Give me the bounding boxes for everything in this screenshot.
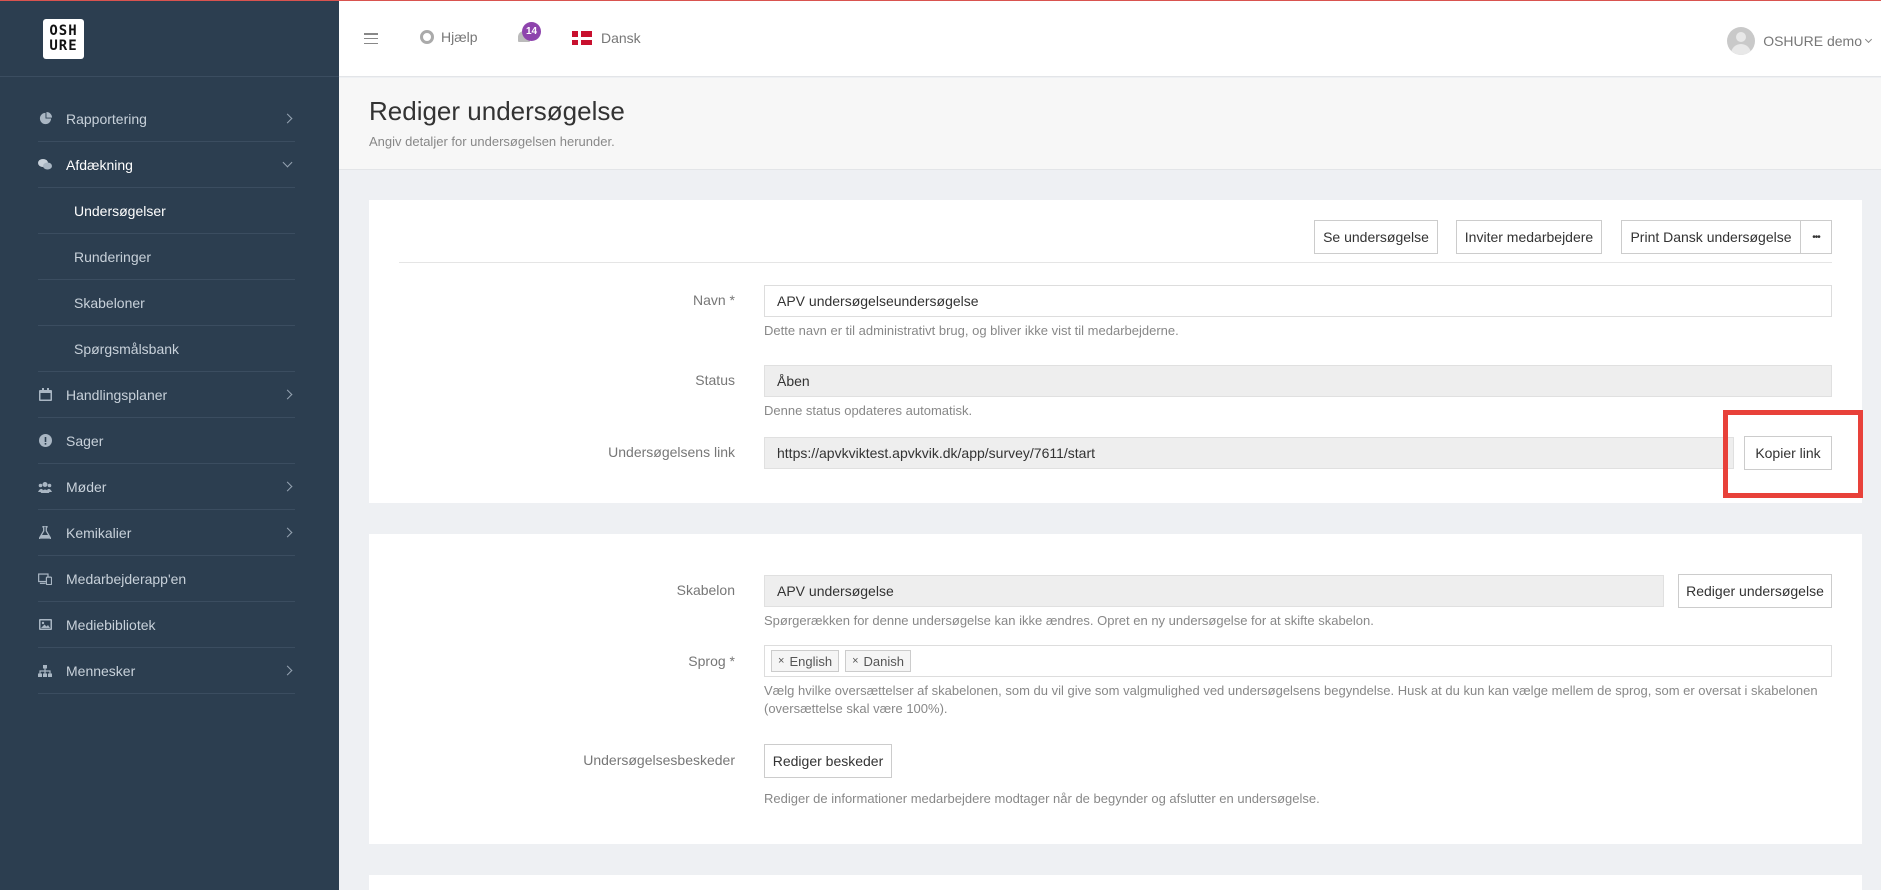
danish-flag-icon	[572, 31, 592, 45]
more-options-button[interactable]: •••	[1800, 220, 1832, 254]
divider	[399, 262, 1832, 263]
page-title: Rediger undersøgelse	[369, 96, 625, 126]
language-help: Vælg hvilke oversættelser af skabelonen,…	[764, 683, 1818, 716]
sidebar-item-mennesker[interactable]: Mennesker	[38, 648, 295, 694]
page-subtitle: Angiv detaljer for undersøgelsen herunde…	[369, 134, 615, 149]
sidebar-subitem-undersoegelser[interactable]: Undersøgelser	[38, 188, 295, 234]
language-label: Sprog *	[688, 653, 735, 669]
remove-icon[interactable]: ×	[852, 655, 858, 667]
sidebar: OSH URE Rapportering Afdækning Undersøge…	[0, 0, 339, 890]
survey-link-label: Undersøgelsens link	[608, 444, 735, 460]
remove-icon[interactable]: ×	[778, 655, 784, 667]
survey-details-panel: Se undersøgelse Inviter medarbejdere Pri…	[369, 200, 1862, 503]
help-link[interactable]: Hjælp	[420, 29, 478, 45]
print-survey-button[interactable]: Print Dansk undersøgelse	[1621, 220, 1801, 254]
template-label: Skabelon	[676, 582, 735, 598]
notification-badge: 14	[522, 22, 541, 41]
template-help: Spørgerækken for denne undersøgelse kan …	[764, 613, 1374, 628]
sidebar-item-moeder[interactable]: Møder	[38, 464, 295, 510]
sidebar-item-rapportering[interactable]: Rapportering	[38, 96, 295, 142]
invite-employees-button[interactable]: Inviter medarbejdere	[1456, 220, 1602, 254]
status-label: Status	[695, 372, 735, 388]
sidebar-item-kemikalier[interactable]: Kemikalier	[38, 510, 295, 556]
survey-settings-panel: Skabelon APV undersøgelse Rediger unders…	[369, 534, 1862, 844]
sidebar-nav: Rapportering Afdækning Undersøgelser Run…	[38, 96, 295, 694]
sidebar-item-afdaekning[interactable]: Afdækning	[38, 142, 295, 188]
next-panel	[369, 875, 1862, 890]
messages-label: Undersøgelsesbeskeder	[583, 752, 735, 768]
sidebar-item-sager[interactable]: Sager	[38, 418, 295, 464]
language-selector[interactable]: Dansk	[572, 30, 641, 46]
pie-chart-icon	[38, 112, 52, 126]
view-survey-button[interactable]: Se undersøgelse	[1314, 220, 1438, 254]
survey-link-field[interactable]: https://apvkviktest.apvkvik.dk/app/surve…	[764, 437, 1734, 469]
menu-toggle-icon[interactable]	[364, 33, 378, 44]
edit-survey-button[interactable]: Rediger undersøgelse	[1678, 574, 1832, 608]
users-icon	[38, 480, 52, 494]
image-icon	[38, 618, 52, 632]
messages-help: Rediger de informationer medarbejdere mo…	[764, 791, 1320, 806]
template-field: APV undersøgelse	[764, 575, 1664, 607]
language-tag-english: × English	[771, 650, 840, 672]
chevron-right-icon	[282, 389, 293, 399]
language-select[interactable]: × English × Danish	[764, 645, 1832, 677]
oshure-logo[interactable]: OSH URE	[43, 19, 84, 59]
sidebar-item-medarbejderappen[interactable]: Medarbejderapp'en	[38, 556, 295, 602]
sidebar-item-mediebibliotek[interactable]: Mediebibliotek	[38, 602, 295, 648]
sidebar-subitem-skabeloner[interactable]: Skabeloner	[38, 280, 295, 326]
logo-area: OSH URE	[0, 0, 339, 77]
edit-messages-button[interactable]: Rediger beskeder	[764, 744, 892, 778]
chevron-down-icon	[1864, 35, 1873, 43]
avatar	[1727, 27, 1756, 55]
chevron-right-icon	[282, 665, 293, 675]
chevron-right-icon	[282, 527, 293, 537]
user-menu[interactable]: OSHURE demo	[1727, 27, 1873, 55]
status-help: Denne status opdateres automatisk.	[764, 403, 973, 418]
chevron-right-icon	[282, 113, 293, 123]
top-accent-line	[0, 0, 1881, 1]
page-header: Rediger undersøgelse Angiv detaljer for …	[339, 78, 1881, 170]
calendar-icon	[38, 388, 52, 402]
chevron-right-icon	[282, 481, 293, 491]
top-header: Hjælp 14 Dansk OSHURE demo	[339, 1, 1881, 77]
name-help: Dette navn er til administrativt brug, o…	[764, 323, 1179, 338]
org-chart-icon	[38, 664, 52, 678]
devices-icon	[38, 572, 52, 586]
sidebar-item-handlingsplaner[interactable]: Handlingsplaner	[38, 372, 295, 418]
chat-bubbles-icon	[38, 158, 52, 172]
name-label: Navn *	[692, 292, 735, 308]
sidebar-subitem-spoergsmaalsbank[interactable]: Spørgsmålsbank	[38, 326, 295, 372]
language-tag-danish: × Danish	[845, 650, 911, 672]
name-field[interactable]: APV undersøgelseundersøgelse	[764, 285, 1832, 317]
chevron-down-icon	[282, 157, 293, 167]
sidebar-subitem-runderinger[interactable]: Runderinger	[38, 234, 295, 280]
copy-link-button[interactable]: Kopier link	[1744, 436, 1832, 470]
alert-circle-icon	[38, 434, 52, 448]
flask-icon	[38, 526, 52, 540]
lifebuoy-icon	[420, 30, 434, 44]
status-field: Åben	[764, 365, 1832, 397]
